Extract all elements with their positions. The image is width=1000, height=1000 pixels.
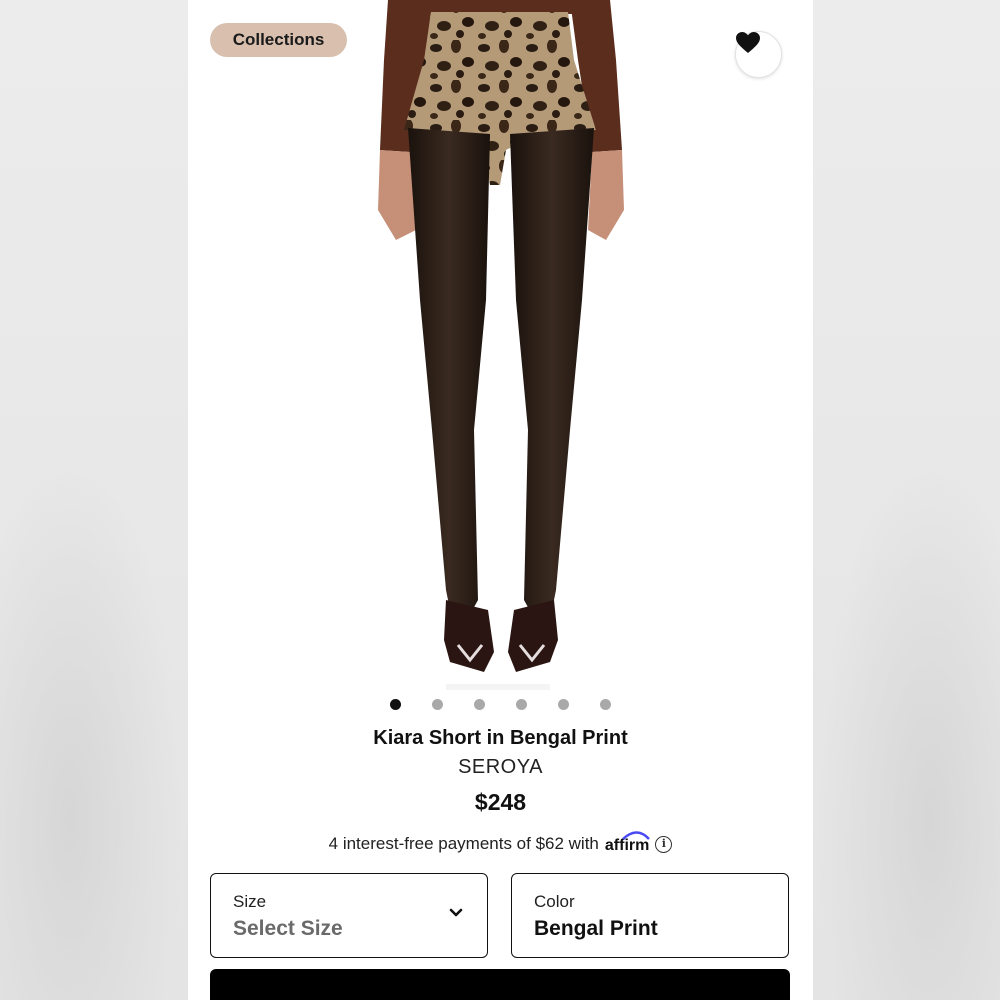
pagination-dot-3[interactable]: [474, 699, 485, 710]
installments-text: 4 interest-free payments of $62 with: [328, 834, 599, 853]
add-to-bag-button[interactable]: [210, 969, 790, 1000]
color-selector[interactable]: Color Bengal Print: [511, 873, 789, 958]
affirm-arc-icon: [622, 831, 650, 840]
pagination-dot-1[interactable]: [390, 699, 401, 710]
size-value: Select Size: [233, 917, 343, 940]
size-selector[interactable]: Size Select Size: [210, 873, 488, 958]
chevron-down-icon: [449, 908, 463, 917]
product-photo: [188, 0, 813, 690]
affirm-logo: affirm: [605, 831, 650, 855]
image-pagination: [188, 699, 813, 713]
heart-icon: [736, 32, 760, 53]
product-title: Kiara Short in Bengal Print: [373, 727, 628, 749]
pagination-dot-6[interactable]: [600, 699, 611, 710]
color-value: Bengal Print: [534, 917, 658, 940]
color-label: Color: [534, 892, 575, 911]
size-label: Size: [233, 892, 267, 911]
product-price: $248: [474, 789, 527, 815]
info-icon[interactable]: i: [655, 835, 673, 853]
collections-button[interactable]: Collections: [210, 23, 347, 57]
product-image[interactable]: Collections: [188, 0, 813, 690]
pagination-dot-5[interactable]: [558, 699, 569, 710]
product-brand[interactable]: SEROYA: [188, 756, 813, 779]
product-page: Collections Kiara Short in Bengal Print …: [188, 0, 813, 1000]
pagination-dot-4[interactable]: [516, 699, 527, 710]
favorite-button[interactable]: [735, 31, 782, 78]
pagination-dot-2[interactable]: [432, 699, 443, 710]
installments-info: 4 interest-free payments of $62 with aff…: [188, 831, 813, 855]
